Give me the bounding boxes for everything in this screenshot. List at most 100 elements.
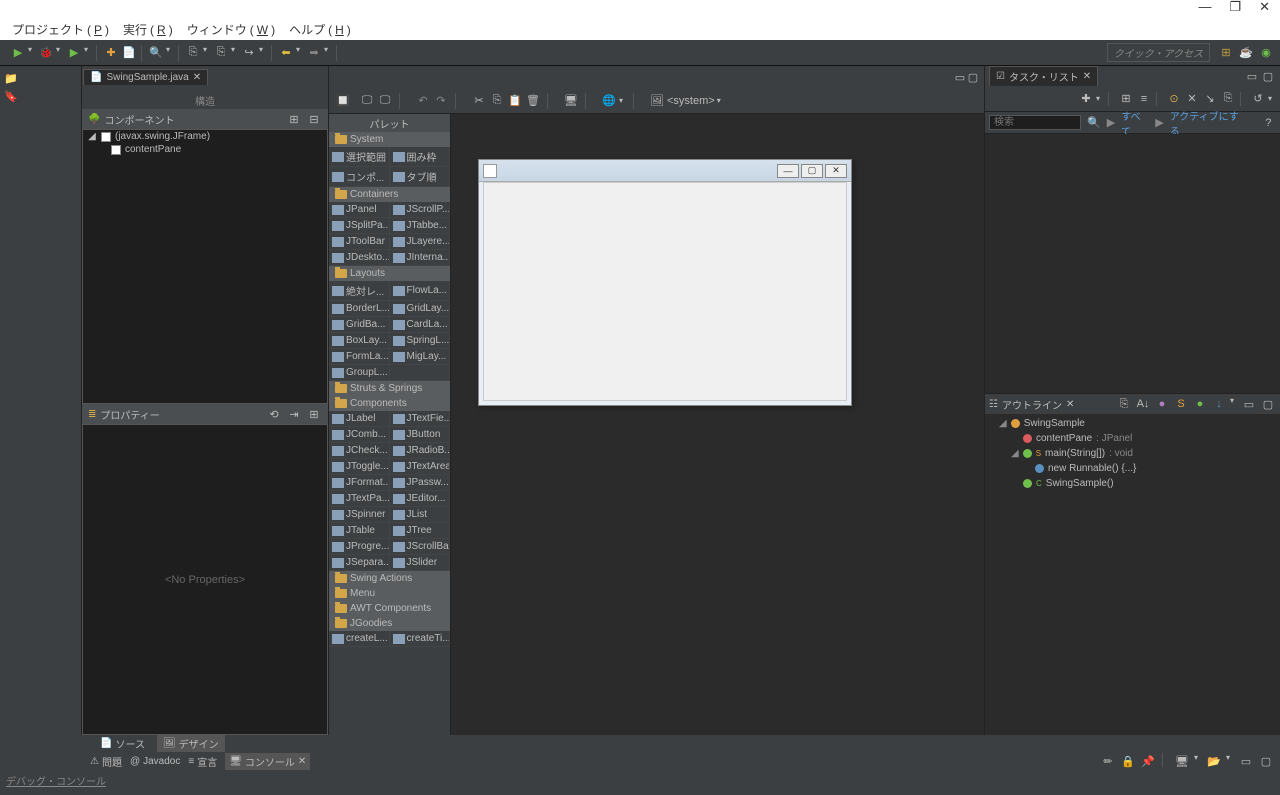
dropdown-icon[interactable]: ▾ [166,45,174,61]
panel-min-icon[interactable]: ▭ [1241,396,1257,412]
palette-item[interactable]: JTree [390,523,451,539]
redo-icon[interactable]: ↷ [433,93,449,109]
tree-row-root[interactable]: ◢ (javax.swing.JFrame) [83,130,327,143]
palette-item[interactable]: SpringL... [390,333,451,349]
palette-cat-awt[interactable]: AWT Components [329,601,450,616]
help-icon[interactable]: ? [1260,115,1276,131]
palette-item[interactable]: JList [390,507,451,523]
nav-icon[interactable]: ⎘ [185,45,201,61]
palette-item[interactable]: GridLay... [390,301,451,317]
palette-item[interactable]: JSepara... [329,555,390,571]
palette-item[interactable]: 選択範囲 [329,147,390,167]
dropdown-icon[interactable]: ▾ [56,45,64,61]
tag-icon[interactable]: 🔖 [4,90,20,106]
ol-t4-icon[interactable]: S [1173,396,1189,412]
panel-max-icon[interactable]: ▢ [1258,753,1274,769]
palette-item[interactable]: BorderL... [329,301,390,317]
debug-icon[interactable]: 🐞 [38,45,54,61]
menu-run[interactable]: 実行(R) [117,20,176,38]
palette-item[interactable]: JEditor... [390,491,451,507]
palette-item[interactable]: JButton [390,427,451,443]
tool-prev2-icon[interactable]: 🖵 [377,93,393,109]
prop-tool2-icon[interactable]: ⇥ [286,406,302,422]
console-open-icon[interactable]: 📂 [1206,753,1222,769]
palette-item[interactable]: コンポ... [329,167,390,187]
dropdown-icon[interactable]: ▾ [619,96,627,105]
tab-close-icon[interactable]: ✕ [298,756,306,767]
dropdown-icon[interactable]: ▾ [296,45,304,61]
tasklist-all-link[interactable]: すべて [1121,108,1149,138]
palette-item[interactable]: JToolBar [329,234,390,250]
tab-close-icon[interactable]: ✕ [1066,399,1074,410]
design-surface[interactable]: — ▢ ✕ [451,114,984,735]
jframe-preview[interactable]: — ▢ ✕ [478,159,852,406]
palette-item[interactable]: JPassw... [390,475,451,491]
run-icon[interactable]: ▶ [10,45,26,61]
dropdown-icon[interactable]: ▾ [1096,94,1104,103]
palette-item[interactable]: JDeskto... [329,250,390,266]
palette-item[interactable]: JTabbe... [390,218,451,234]
menu-help[interactable]: ヘルプ(H) [283,20,354,38]
dropdown-icon[interactable]: ▾ [324,45,332,61]
dropdown-icon[interactable]: ▾ [28,45,36,61]
editor-max-icon[interactable]: ▢ [968,69,984,85]
dropdown-icon[interactable]: ▾ [259,45,267,61]
dropdown-icon[interactable]: ▾ [203,45,211,61]
tab-close-icon[interactable]: ✕ [1083,71,1091,82]
window-minimize-button[interactable]: — [1198,0,1211,18]
panel-max-icon[interactable]: ▢ [1260,396,1276,412]
declaration-tab[interactable]: ≡宣言 [188,754,217,769]
debug-console-link[interactable]: デバッグ・コンソール [0,771,1280,790]
dropdown-icon[interactable]: ▾ [84,45,92,61]
tl-a1-icon[interactable]: ✕ [1184,91,1200,107]
search-icon[interactable]: 🔍 [148,45,164,61]
tl-a2-icon[interactable]: ↘ [1202,91,1218,107]
editor-tab[interactable]: 📄 SwingSample.java ✕ [83,69,208,85]
palette-item[interactable]: JComb... [329,427,390,443]
ol-t5-icon[interactable]: ● [1192,396,1208,412]
ol-t3-icon[interactable]: ● [1154,396,1170,412]
palette-item[interactable]: JSplitPa... [329,218,390,234]
palette-cat-struts[interactable]: Struts & Springs [329,381,450,396]
jframe-content-pane[interactable] [483,182,847,401]
panel-max-icon[interactable]: ▢ [1260,68,1276,84]
source-tab[interactable]: 📄ソース [94,735,151,752]
palette-item[interactable]: JToggle... [329,459,390,475]
palette-cat-menu[interactable]: Menu [329,586,450,601]
jframe-close-button[interactable]: ✕ [825,164,847,178]
ol-sort-icon[interactable]: A↓ [1135,396,1151,412]
dropdown-icon[interactable]: ▾ [1194,753,1202,769]
tl-a3-icon[interactable]: ⎘ [1220,91,1236,107]
palette-item[interactable]: FlowLa... [390,281,451,301]
expand-arrow-icon[interactable]: ◢ [87,131,97,142]
palette-item[interactable]: CardLa... [390,317,451,333]
tool-cut-icon[interactable]: 🔲 [335,93,351,109]
palette-cat-system[interactable]: System [329,132,450,147]
panel-min-icon[interactable]: ▭ [1244,68,1260,84]
new-icon[interactable]: ✚ [103,45,119,61]
palette-item[interactable]: JSpinner [329,507,390,523]
outline-row-main[interactable]: ◢Smain(String[]) : void [985,446,1280,461]
tasklist-search-input[interactable] [989,115,1081,130]
menu-project[interactable]: プロジェクト(P) [6,20,112,38]
tl-filter-icon[interactable]: ≡ [1136,91,1152,107]
palette-item[interactable]: createL... [329,631,390,647]
palette-item[interactable]: MigLay... [390,349,451,365]
palette-item[interactable]: JRadioB... [390,443,451,459]
palette-item[interactable]: 絶対レ... [329,281,390,301]
palette-item[interactable]: JLayere... [390,234,451,250]
palette-cat-layouts[interactable]: Layouts [329,266,450,281]
search-go-icon[interactable]: 🔍 [1087,116,1101,129]
nav3-icon[interactable]: ↪ [241,45,257,61]
copy-icon[interactable]: ⎘ [489,93,505,109]
open-type-icon[interactable]: 📄 [121,45,137,61]
tl-new-icon[interactable]: ✚ [1078,91,1094,107]
tl-focus-icon[interactable]: ⊙ [1166,91,1182,107]
palette-item[interactable]: JProgre... [329,539,390,555]
jframe-min-button[interactable]: — [777,164,799,178]
ol-t1-icon[interactable]: ⎘ [1116,396,1132,412]
window-close-button[interactable]: ✕ [1259,0,1270,18]
editor-min-icon[interactable]: ▭ [952,69,968,85]
outline-row-class[interactable]: ◢SwingSample [985,416,1280,431]
palette-item[interactable]: JCheck... [329,443,390,459]
